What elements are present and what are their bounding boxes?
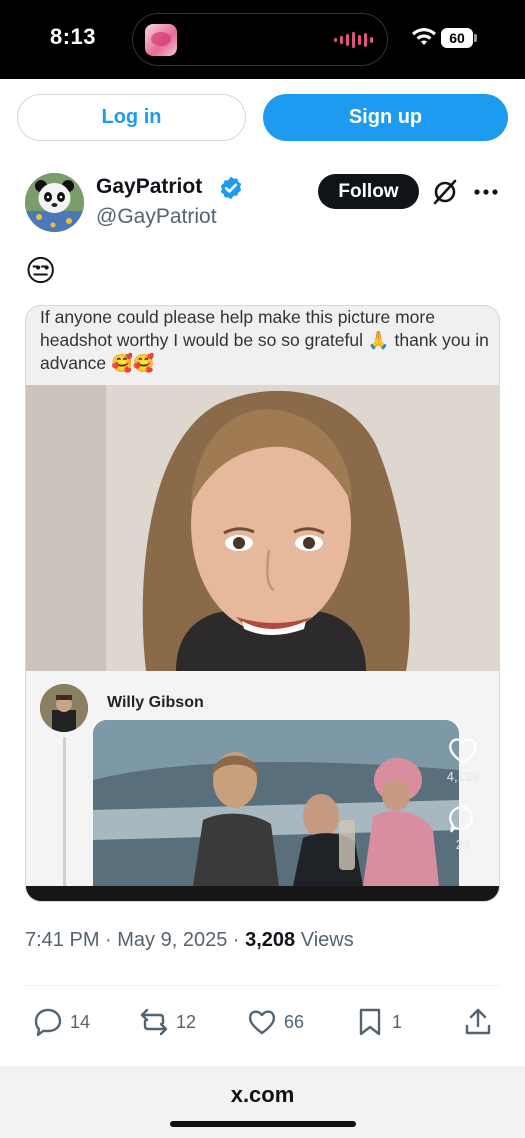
- reply-count: 14: [70, 1011, 91, 1032]
- post-action-bar: 14 12 66 1: [0, 998, 525, 1046]
- comment-heart-icon: [449, 738, 477, 765]
- media-comment: Willy Gibson 4,139 24: [26, 671, 499, 887]
- divider: [25, 985, 500, 986]
- author-handle[interactable]: @GayPatriot: [96, 205, 217, 229]
- bookmark-icon: [359, 1008, 381, 1036]
- reply-icon: [34, 1008, 62, 1037]
- selfie-image: [26, 385, 499, 671]
- reply-button[interactable]: 14: [32, 998, 90, 1046]
- verified-badge-icon: [220, 176, 242, 200]
- post-time[interactable]: 7:41 PM: [25, 929, 99, 951]
- author-name[interactable]: GayPatriot: [96, 175, 202, 199]
- comment-image: [93, 720, 459, 886]
- post-meta: 7:41 PM · May 9, 2025 · 3,208 Views: [25, 929, 354, 952]
- home-indicator[interactable]: [170, 1121, 356, 1127]
- comment-like-count: 4,139: [446, 769, 480, 784]
- grok-icon[interactable]: [431, 178, 459, 206]
- sign-up-button[interactable]: Sign up: [263, 94, 508, 141]
- meta-separator: ·: [105, 929, 118, 951]
- views-count: 3,208: [245, 929, 296, 951]
- repost-icon: [140, 1008, 168, 1036]
- comment-stats: 4,139 24: [443, 734, 483, 852]
- wifi-icon: [412, 28, 436, 45]
- post-date[interactable]: May 9, 2025: [117, 929, 227, 951]
- url-label[interactable]: x.com: [0, 1082, 525, 1108]
- commenter-avatar-image: [40, 684, 88, 732]
- share-icon: [465, 1008, 491, 1035]
- status-bar: 8:13 60: [0, 0, 525, 79]
- author-avatar[interactable]: [25, 173, 84, 232]
- views-label: Views: [300, 929, 354, 951]
- audio-waveform-icon: [334, 31, 373, 49]
- media-bottom-strip: [26, 886, 499, 901]
- like-count: 66: [284, 1011, 305, 1032]
- battery-level: 60: [441, 28, 473, 48]
- bookmark-button[interactable]: 1: [354, 998, 402, 1046]
- battery-indicator: 60: [441, 28, 477, 48]
- log-in-button[interactable]: Log in: [17, 94, 246, 141]
- repost-button[interactable]: 12: [138, 998, 196, 1046]
- now-playing-app-icon: [145, 24, 177, 56]
- meta-separator: ·: [232, 929, 246, 951]
- auth-bar: Log in Sign up: [0, 79, 525, 157]
- status-time: 8:13: [50, 24, 97, 49]
- comment-reply-icon: [449, 805, 474, 833]
- battery-tip: [474, 34, 477, 42]
- media-caption: If anyone could please help make this pi…: [40, 307, 489, 373]
- repost-count: 12: [176, 1011, 197, 1032]
- more-options-icon[interactable]: [472, 180, 500, 204]
- panda-avatar-image: [25, 173, 84, 232]
- share-button[interactable]: [462, 998, 494, 1046]
- media-selfie-photo: [26, 385, 499, 671]
- commenter-name: Willy Gibson: [107, 694, 204, 711]
- browser-bottom-bar: x.com: [0, 1066, 525, 1138]
- comment-reply-count: 24: [455, 837, 471, 852]
- commenter-avatar: [40, 684, 88, 732]
- follow-button[interactable]: Follow: [318, 174, 419, 209]
- thread-line: [63, 737, 66, 887]
- like-button[interactable]: 66: [246, 998, 304, 1046]
- post-media[interactable]: If anyone could please help make this pi…: [25, 305, 500, 902]
- bookmark-count: 1: [392, 1011, 403, 1032]
- heart-icon: [248, 1010, 276, 1035]
- dynamic-island[interactable]: [132, 13, 388, 66]
- motorcade-image: [93, 720, 459, 886]
- post-text: 😒: [25, 255, 57, 288]
